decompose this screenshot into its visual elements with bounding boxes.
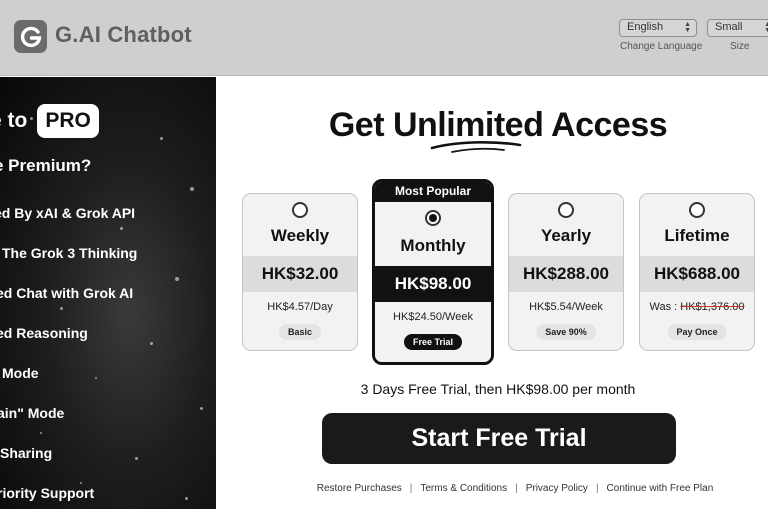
upgrade-prefix: e to bbox=[0, 109, 28, 132]
plan-card-monthly[interactable]: Most Popular Monthly HK$98.00 HK$24.50/W… bbox=[372, 179, 494, 365]
plan-tag: Pay Once bbox=[667, 324, 727, 340]
top-bar: G.AI Chatbot English ▲ ▼ Change Language … bbox=[0, 0, 768, 76]
divider: | bbox=[515, 483, 518, 494]
feature-item: ain" Mode bbox=[0, 405, 65, 421]
language-select[interactable]: English ▲ ▼ bbox=[619, 19, 697, 37]
radio-button[interactable] bbox=[292, 202, 308, 218]
plan-tag: Save 90% bbox=[536, 324, 596, 340]
plan-card-lifetime[interactable]: Lifetime HK$688.00 Was : HK$1,376.00 Pay… bbox=[639, 193, 755, 351]
why-premium-title: e Premium? bbox=[0, 156, 92, 175]
language-value: English bbox=[627, 21, 664, 33]
plan-price: HK$98.00 bbox=[375, 266, 491, 302]
promo-panel: e to PRO e Premium? ed By xAI & Grok API… bbox=[0, 77, 216, 509]
terms-link[interactable]: Terms & Conditions bbox=[420, 483, 507, 494]
plan-price: HK$688.00 bbox=[640, 256, 754, 292]
pro-badge: PRO bbox=[37, 104, 99, 138]
plan-detail: HK$5.54/Week bbox=[529, 301, 603, 313]
plan-name: Monthly bbox=[400, 236, 466, 255]
size-select[interactable]: Small ▲ ▼ bbox=[707, 19, 768, 37]
trial-terms: 3 Days Free Trial, then HK$98.00 per mon… bbox=[360, 381, 636, 397]
divider: | bbox=[595, 483, 599, 494]
plan-card-yearly[interactable]: Yearly HK$288.00 HK$5.54/Week Save 90% bbox=[508, 193, 624, 351]
plan-detail: HK$4.57/Day bbox=[267, 301, 333, 313]
most-popular-badge: Most Popular bbox=[375, 182, 491, 202]
original-price: HK$1,376.00 bbox=[680, 301, 745, 313]
restore-purchases-link[interactable]: Restore Purchases bbox=[317, 483, 402, 494]
plan-price: HK$32.00 bbox=[243, 256, 357, 292]
plan-tag: Basic bbox=[278, 324, 322, 340]
chevron-updown-icon: ▲ ▼ bbox=[684, 21, 691, 34]
feature-item: ed By xAI & Grok API bbox=[0, 205, 136, 221]
feature-item: riority Support bbox=[0, 485, 95, 501]
continue-free-plan-link[interactable]: Continue with Free Plan bbox=[607, 483, 714, 494]
language-caption: Change Language bbox=[620, 41, 703, 52]
underline-swoosh-icon bbox=[430, 141, 522, 153]
feature-item: ed Chat with Grok AI bbox=[0, 285, 134, 301]
feature-item: Mode bbox=[2, 365, 39, 381]
footer-links: Restore Purchases | Terms & Conditions |… bbox=[300, 483, 730, 494]
plan-card-weekly[interactable]: Weekly HK$32.00 HK$4.57/Day Basic bbox=[242, 193, 358, 351]
divider: | bbox=[409, 483, 413, 494]
plan-detail: HK$24.50/Week bbox=[393, 311, 473, 323]
plan-card-body: Monthly HK$98.00 HK$24.50/Week Free Tria… bbox=[375, 202, 491, 362]
feature-item: The Grok 3 Thinking bbox=[2, 245, 138, 261]
chevron-updown-icon: ▲ ▼ bbox=[764, 21, 768, 34]
radio-button[interactable] bbox=[689, 202, 705, 218]
plan-tag: Free Trial bbox=[403, 334, 463, 350]
privacy-policy-link[interactable]: Privacy Policy bbox=[526, 483, 588, 494]
size-value: Small bbox=[715, 21, 743, 33]
radio-button[interactable] bbox=[558, 202, 574, 218]
feature-item: ed Reasoning bbox=[0, 325, 88, 341]
plan-was-price: Was : HK$1,376.00 bbox=[640, 301, 754, 313]
plan-name: Yearly bbox=[540, 226, 592, 245]
plan-name: Lifetime bbox=[664, 226, 730, 245]
was-label: Was : bbox=[649, 301, 678, 313]
size-caption: Size bbox=[730, 41, 750, 52]
app-title: G.AI Chatbot bbox=[55, 22, 192, 47]
g-logo-icon bbox=[14, 20, 47, 53]
start-free-trial-button[interactable]: Start Free Trial bbox=[322, 413, 676, 464]
plan-name: Weekly bbox=[270, 226, 330, 245]
upgrade-title: e to PRO bbox=[0, 104, 99, 138]
radio-button-selected[interactable] bbox=[425, 210, 441, 226]
feature-item: Sharing bbox=[0, 445, 53, 461]
plan-price: HK$288.00 bbox=[509, 256, 623, 292]
